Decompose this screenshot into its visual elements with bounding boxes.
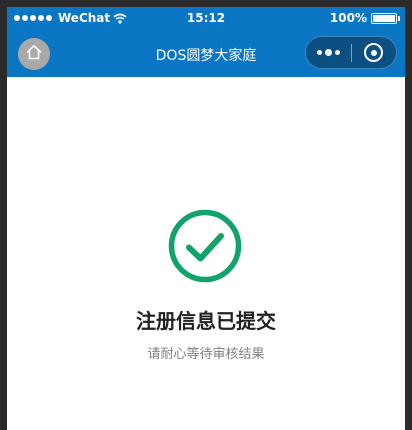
- status-right: 100%: [329, 11, 400, 25]
- result-title: 注册信息已提交: [136, 309, 276, 333]
- battery-fill: [373, 14, 395, 22]
- mini-program-close-icon: [364, 43, 384, 62]
- close-icon-dot: [370, 49, 377, 56]
- more-dot-center: [325, 49, 332, 56]
- status-bar: WeChat 15:12 100%: [7, 7, 405, 29]
- mini-program-capsule: [305, 36, 397, 69]
- result-subtitle: 请耐心等待审核结果: [147, 347, 265, 362]
- more-button[interactable]: [306, 37, 351, 68]
- nav-bar: DOS圆梦大家庭: [7, 29, 405, 77]
- close-mini-program-button[interactable]: [352, 37, 396, 68]
- battery-percent: 100%: [329, 11, 367, 25]
- battery-icon: [371, 12, 400, 24]
- more-dot-right: [335, 50, 340, 55]
- phone-screen: WeChat 15:12 100% DOS圆梦大家庭 注册信息已提交 请耐心等待…: [7, 7, 405, 430]
- more-dots-icon: [317, 50, 322, 55]
- check-circle-icon: [167, 208, 243, 284]
